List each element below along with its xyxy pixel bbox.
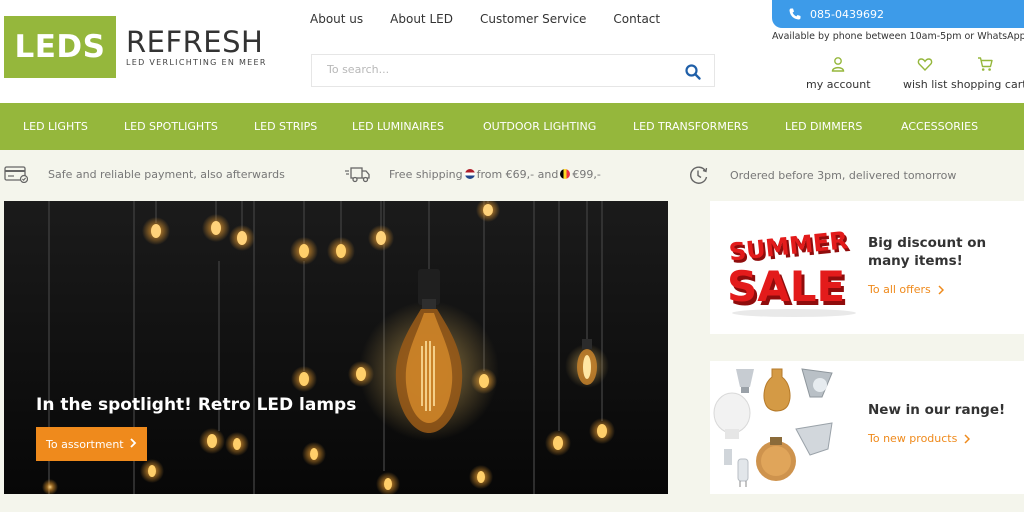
shopping-cart-link[interactable]: shopping cart	[951, 56, 1024, 91]
site-header: LEDS REFRESH LED VERLICHTING EN MEER Abo…	[0, 0, 1024, 103]
phone-number: 085-0439692	[810, 7, 884, 21]
summer-sale-graphic: SUMMER SUMMER SALE SALE	[727, 226, 856, 317]
site-logo[interactable]: LEDS REFRESH LED VERLICHTING EN MEER	[4, 16, 267, 78]
promo-summer-sale[interactable]: SUMMER SUMMER SALE SALE Big discount on …	[710, 201, 1024, 334]
nav-about-led[interactable]: About LED	[390, 12, 453, 26]
sale-text: SALE	[727, 262, 845, 311]
category-outdoor-lighting[interactable]: OUTDOOR LIGHTING	[483, 120, 596, 133]
search-icon[interactable]	[684, 63, 702, 81]
new-products-link[interactable]: To new products	[868, 432, 971, 445]
sale-title-line2: many items!	[868, 253, 963, 269]
delivery-truck-icon	[345, 167, 370, 183]
user-icon	[832, 57, 845, 72]
category-led-transformers[interactable]: LED TRANSFORMERS	[633, 120, 748, 133]
sale-title: Big discount on many items!	[868, 234, 986, 270]
nav-contact[interactable]: Contact	[613, 12, 660, 26]
nav-customer-service[interactable]: Customer Service	[480, 12, 586, 26]
usp-shipping-prefix: Free shipping	[389, 167, 463, 181]
new-range-title: New in our range!	[868, 402, 1006, 418]
new-products-bulbs-image	[713, 368, 833, 487]
phone-bar[interactable]: 085-0439692	[772, 0, 1024, 28]
wish-list-label: wish list	[903, 78, 948, 91]
hero-banner[interactable]: In the spotlight! Retro LED lamps To ass…	[4, 201, 668, 494]
logo-wordmark: REFRESH LED VERLICHTING EN MEER	[126, 27, 267, 67]
all-offers-label: To all offers	[868, 283, 931, 296]
cart-icon	[978, 57, 993, 71]
usp-payment: Safe and reliable payment, also afterwar…	[4, 165, 285, 183]
my-account-label: my account	[806, 78, 871, 91]
wish-list-link[interactable]: wish list	[903, 56, 947, 91]
logo-tagline: LED VERLICHTING EN MEER	[126, 58, 267, 67]
all-offers-link[interactable]: To all offers	[868, 283, 944, 296]
clock-icon	[690, 166, 708, 184]
category-led-luminaires[interactable]: LED LUMINAIRES	[352, 120, 444, 133]
usp-shipping-be: €99,-	[572, 167, 601, 181]
usp-shipping: Free shipping from €69,- and €99,-	[345, 165, 601, 183]
hero-assortment-button[interactable]: To assortment	[36, 427, 147, 461]
chevron-right-icon	[938, 284, 944, 295]
nav-about-us[interactable]: About us	[310, 12, 363, 26]
category-led-dimmers[interactable]: LED DIMMERS	[785, 120, 862, 133]
sale-title-line1: Big discount on	[868, 235, 987, 251]
usp-shipping-nl: from €69,- and	[476, 167, 559, 181]
top-navigation: About us About LED Customer Service Cont…	[310, 12, 687, 26]
shopping-cart-label: shopping cart	[951, 78, 1024, 91]
category-accessories[interactable]: ACCESSORIES	[901, 120, 978, 133]
new-products-label: To new products	[868, 432, 958, 445]
usp-delivery: Ordered before 3pm, delivered tomorrow	[688, 165, 956, 185]
phone-icon	[789, 8, 801, 20]
category-led-strips[interactable]: LED STRIPS	[254, 120, 317, 133]
usp-delivery-text: Ordered before 3pm, delivered tomorrow	[730, 168, 957, 182]
belgium-flag-icon	[560, 169, 571, 179]
category-led-spotlights[interactable]: LED SPOTLIGHTS	[124, 120, 218, 133]
chevron-right-icon	[130, 438, 137, 448]
heart-icon	[917, 58, 933, 72]
hero-title: In the spotlight! Retro LED lamps	[36, 395, 357, 415]
credit-card-icon	[4, 166, 28, 183]
my-account-link[interactable]: my account	[806, 56, 871, 91]
category-led-lights[interactable]: LED LIGHTS	[23, 120, 88, 133]
logo-word: REFRESH	[126, 25, 264, 59]
availability-text: Available by phone between 10am-5pm or W…	[772, 31, 1024, 42]
search-input[interactable]	[327, 63, 667, 76]
usp-bar: Safe and reliable payment, also afterwar…	[0, 150, 1024, 200]
chevron-right-icon	[964, 433, 971, 444]
logo-box: LEDS	[4, 16, 116, 78]
category-navigation: LED LIGHTS LED SPOTLIGHTS LED STRIPS LED…	[0, 103, 1024, 150]
hero-button-label: To assortment	[46, 437, 124, 451]
search-box	[311, 54, 715, 87]
netherlands-flag-icon	[464, 169, 475, 179]
usp-payment-text: Safe and reliable payment, also afterwar…	[48, 167, 285, 181]
promo-new-products[interactable]: New in our range! To new products	[710, 361, 1024, 494]
